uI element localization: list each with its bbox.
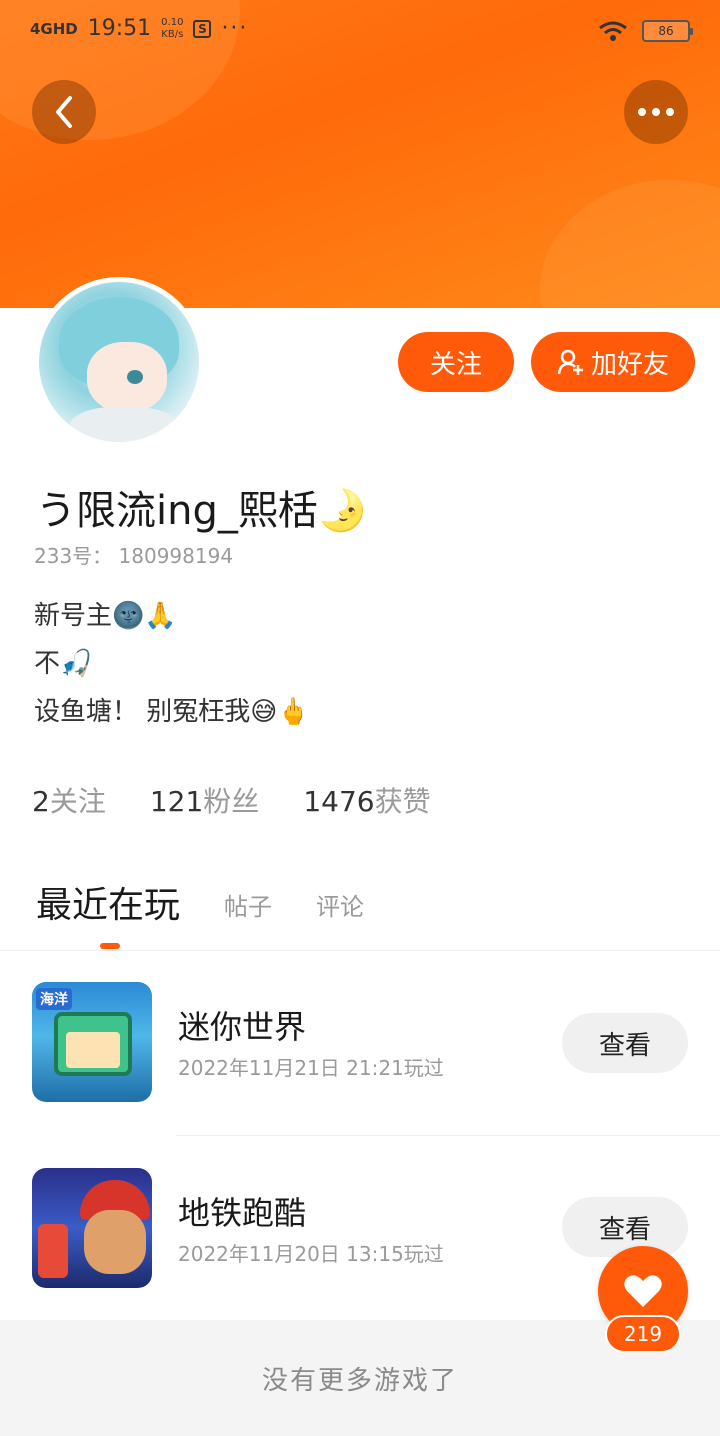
tab-comments[interactable]: 评论 (316, 887, 364, 928)
divider (0, 950, 720, 951)
back-button[interactable] (32, 80, 96, 144)
following-stat[interactable]: 2关注 (32, 780, 106, 820)
game-title: 迷你世界 (178, 1008, 307, 1046)
add-friend-button[interactable]: 加好友 (531, 332, 695, 392)
status-bar: 4GHD 19:51 0.10 KB/s S ··· 86 (0, 0, 720, 64)
view-button[interactable]: 查看 (562, 1197, 688, 1257)
network-speed: 0.10 KB/s (161, 16, 184, 40)
follow-button[interactable]: 关注 (398, 332, 514, 392)
stats-row: 2关注 121粉丝 1476获赞 (32, 780, 431, 820)
clock: 19:51 (87, 16, 152, 41)
subway-surfers-icon (32, 1168, 152, 1288)
like-count-badge: 219 (605, 1315, 681, 1353)
more-notifications-icon: ··· (221, 16, 249, 41)
game-title: 地铁跑酷 (178, 1194, 307, 1232)
likes-stat: 1476获赞 (303, 785, 431, 818)
bio-line: 设鱼塘！ 别冤枉我😅🖕 (34, 697, 310, 727)
divider (176, 1135, 720, 1136)
signal-indicator: 4GHD (30, 19, 78, 38)
fans-stat[interactable]: 121粉丝 (150, 780, 259, 820)
more-dots-icon (638, 108, 674, 116)
bio-line: 新号主🌚🙏 (34, 601, 177, 631)
tab-posts[interactable]: 帖子 (224, 887, 272, 928)
tab-recently-played[interactable]: 最近在玩 (36, 876, 180, 928)
battery-icon: 86 (642, 20, 693, 42)
last-played-time: 2022年11月21日 21:21玩过 (178, 1056, 444, 1080)
add-user-icon (557, 349, 583, 375)
mini-world-icon: 海洋 (32, 982, 152, 1102)
wifi-icon (599, 21, 627, 41)
view-button[interactable]: 查看 (562, 1013, 688, 1073)
chevron-left-icon (56, 96, 72, 128)
username: う限流ing_熙栝🌛 (36, 488, 368, 534)
bio: 新号主🌚🙏 不🎣 设鱼塘！ 别冤枉我😅🖕 (34, 592, 310, 736)
add-friend-label: 加好友 (590, 348, 669, 379)
heart-icon (624, 1275, 662, 1307)
avatar[interactable] (34, 277, 204, 447)
active-tab-indicator (100, 943, 120, 949)
last-played-time: 2022年11月20日 13:15玩过 (178, 1242, 444, 1266)
profile-tabs: 最近在玩 帖子 评论 (36, 876, 364, 928)
bio-line: 不🎣 (34, 649, 93, 679)
app-notification-icon: S (193, 19, 212, 38)
footer-text: 没有更多游戏了 (261, 1365, 458, 1396)
more-options-button[interactable] (624, 80, 688, 144)
game-list-item[interactable]: 海洋 迷你世界 2022年11月21日 21:21玩过 查看 (0, 980, 720, 1110)
user-id: 233号： 180998194 (34, 544, 234, 568)
